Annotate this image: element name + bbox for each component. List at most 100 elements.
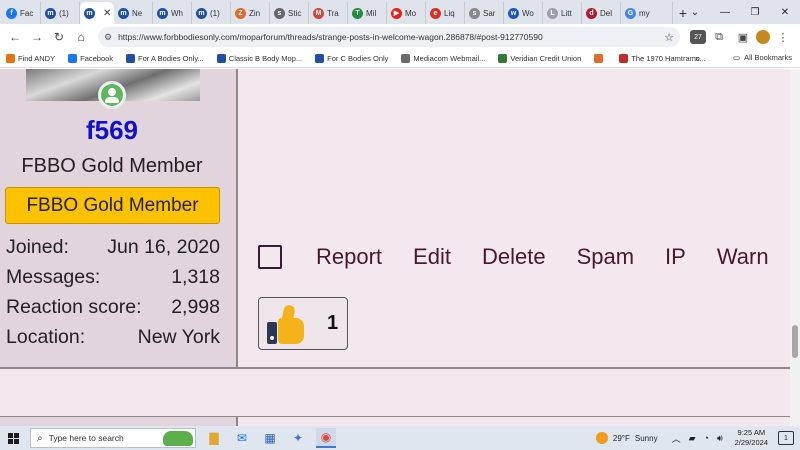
system-tray: 29°F Sunny ︿ ▰ ◔ 🔊︎ 9:25 AM 2/29/2024 1 [595,426,800,450]
delete-link[interactable]: Delete [482,244,546,270]
browser-tab[interactable]: m Ne [114,2,153,24]
weather-widget[interactable]: 29°F Sunny [595,432,658,444]
user-title: FBBO Gold Member [21,155,203,177]
browser-tab[interactable]: M Tra [309,2,348,24]
reaction-count: 1 [327,312,339,334]
browser-toolbar: ← → ↻ ⌂ ⚙ https://www.forbbodiesonly.com… [0,24,800,50]
bookmark-label: Mediacom Webmail... [413,54,486,63]
user-stats: Joined: Jun 16, 2020 Messages: 1,318 Rea… [6,232,220,352]
search-placeholder: Type here to search [48,433,124,443]
bookmark-star-icon[interactable]: ☆ [664,31,674,44]
browser-tab[interactable]: L Litt [543,2,582,24]
settings-app-icon[interactable]: ✦ [288,428,308,448]
browser-tab[interactable]: e Liq [426,2,465,24]
browser-tab[interactable]: s Sar [465,2,504,24]
minimize-button[interactable]: — [710,0,740,24]
forward-button[interactable]: → [26,26,48,48]
bookmarks-overflow-icon[interactable]: » [695,53,700,63]
wifi-icon[interactable]: ◔ [704,433,709,443]
bookmark-favicon-icon [594,54,604,63]
profile-avatar[interactable] [756,30,770,44]
browser-tab[interactable]: T Mil [348,2,387,24]
spam-link[interactable]: Spam [577,244,634,270]
bookmark-item[interactable]: Veridian Credit Union [498,54,581,63]
edit-link[interactable]: Edit [413,244,451,270]
select-post-checkbox[interactable] [258,245,282,269]
scrollbar-thumb[interactable] [792,325,798,358]
site-info-icon[interactable]: ⚙ [104,32,112,43]
browser-tab[interactable]: w Wo [504,2,543,24]
search-highlight-icon [163,431,193,446]
warn-link[interactable]: Warn [717,244,769,270]
restore-button[interactable]: ❐ [740,0,770,24]
browser-tab[interactable]: Gmy [621,2,673,24]
mail-icon[interactable]: ✉ [232,428,252,448]
browser-tab[interactable]: ▶ Mo [387,2,426,24]
browser-tab[interactable]: d Del [582,2,621,24]
username-link[interactable]: f569 [0,115,224,146]
address-bar[interactable]: ⚙ https://www.forbbodiesonly.com/moparfo… [98,27,680,47]
browser-tab[interactable]: m (1) [192,2,231,24]
stat-location: Location: New York [6,322,220,352]
bookmark-label: Find ANDY [18,54,56,63]
chrome-icon[interactable]: ◉ [316,428,336,448]
report-link[interactable]: Report [316,244,382,270]
ip-link[interactable]: IP [665,244,686,270]
bookmark-item[interactable]: For A Bodies Only... [126,54,204,63]
reaction-button[interactable]: 1 [258,297,348,350]
meet-icon[interactable]: ▰ [689,433,696,444]
bookmark-item[interactable]: Facebook [68,54,113,63]
tray-chevron-icon[interactable]: ︿ [672,432,681,445]
bookmark-item[interactable]: Find ANDY [6,54,55,63]
browser-tab[interactable]: m ✕ [80,2,114,24]
stat-label: Location: [6,325,86,348]
extension-icon[interactable]: 27 [690,30,706,44]
stat-label: Messages: [6,265,101,288]
close-window-button[interactable]: ✕ [770,0,800,24]
bookmark-favicon-icon [498,54,508,63]
page-scrollbar[interactable] [790,69,800,426]
stat-joined: Joined: Jun 16, 2020 [6,232,220,262]
tab-favicon-icon: ▶ [391,7,402,19]
browser-tab[interactable]: m (1) [41,2,80,24]
tab-title: Litt [561,8,572,18]
tab-favicon-icon: f [6,7,17,19]
extensions-puzzle-icon[interactable]: ⧉ [708,26,730,48]
bookmark-favicon-icon [126,54,136,63]
browser-tab[interactable]: f Fac [2,2,41,24]
browser-tab[interactable]: Z Zin [231,2,270,24]
tab-title: Stic [288,8,302,18]
bookmark-item[interactable]: Classic B Body Mop... [216,54,302,63]
volume-icon[interactable]: 🔊︎ [717,433,723,444]
bookmark-item[interactable]: For C Bodies Only [315,54,388,63]
stat-value: 2,998 [171,295,220,318]
tab-favicon-icon: m [84,7,95,19]
store-icon[interactable]: ▦ [260,428,280,448]
tab-title: Wo [522,8,534,18]
close-tab-icon[interactable]: ✕ [103,8,111,19]
start-button[interactable] [0,426,26,450]
browser-tab[interactable]: m Wh [153,2,192,24]
bookmark-item[interactable]: Mediacom Webmail... [401,54,485,63]
bookmark-item[interactable]: The 1970 Hamtramc... [619,54,706,63]
bookmark-item[interactable] [594,54,606,63]
back-button[interactable]: ← [4,26,26,48]
file-explorer-icon[interactable]: ▇ [204,428,224,448]
taskbar-search[interactable]: ⌕ Type here to search [30,428,196,448]
stat-value[interactable]: New York [138,326,220,349]
sidepanel-icon[interactable]: ▣ [732,26,754,48]
tab-title: Tra [327,8,339,18]
menu-kebab-icon[interactable]: ⋮ [772,26,794,48]
browser-tab[interactable]: s Stic [270,2,309,24]
stat-value[interactable]: 1,318 [171,266,220,289]
all-bookmarks-button[interactable]: ▭ All Bookmarks [733,53,792,62]
tab-search-icon[interactable]: ⌄ [680,0,710,24]
reload-button[interactable]: ↻ [48,26,70,48]
notification-icon[interactable]: 1 [778,431,794,445]
thumbs-up-icon [265,303,311,344]
bookmark-favicon-icon [68,54,78,63]
clock[interactable]: 9:25 AM 2/29/2024 [735,428,768,448]
home-button[interactable]: ⌂ [70,26,92,48]
sun-icon [595,432,608,444]
url-text[interactable]: https://www.forbbodiesonly.com/moparforu… [118,32,664,42]
